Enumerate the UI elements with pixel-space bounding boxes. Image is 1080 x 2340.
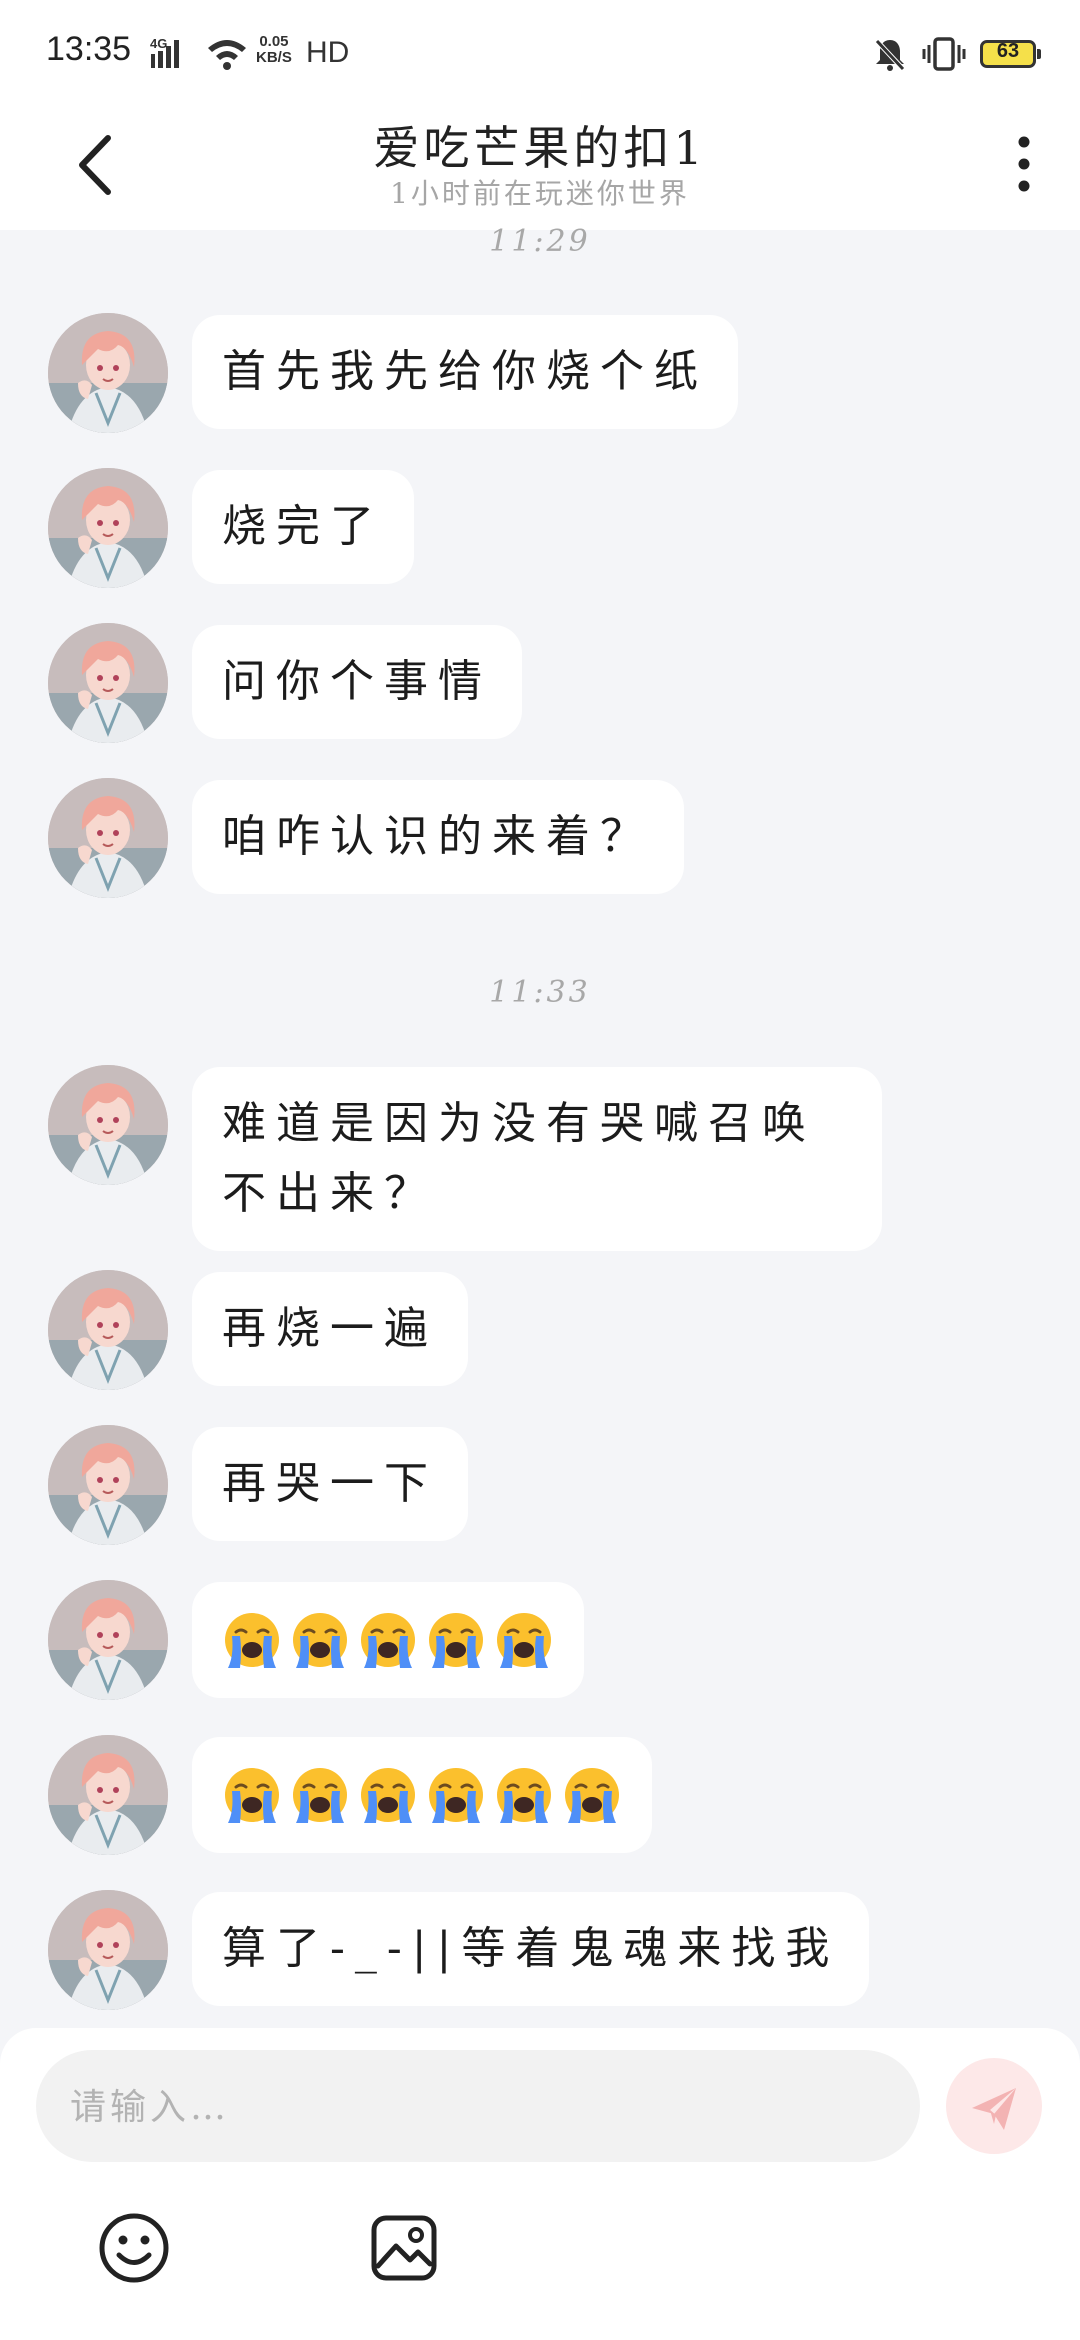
image-picker-button[interactable] bbox=[364, 2208, 444, 2288]
message-bubble[interactable]: 烧完了 bbox=[192, 470, 414, 584]
emoji-row bbox=[222, 1604, 554, 1676]
crying-face-emoji bbox=[225, 1613, 279, 1668]
send-button[interactable] bbox=[946, 2058, 1042, 2154]
message-bubble[interactable]: 再烧一遍 bbox=[192, 1272, 468, 1386]
crying-face-emoji bbox=[565, 1768, 619, 1823]
message-input[interactable] bbox=[68, 2050, 892, 2164]
chat-messages[interactable]: 11:29 首先我先给你烧个纸 烧完了 问你个事情 咱咋认识的来着？ 11:33… bbox=[0, 224, 1080, 2030]
input-area bbox=[0, 2028, 1080, 2340]
message-bubble[interactable]: 难道是因为没有哭喊召唤不出来？ bbox=[192, 1067, 882, 1251]
message-bubble[interactable] bbox=[192, 1582, 584, 1698]
avatar[interactable] bbox=[48, 778, 168, 898]
more-options-icon[interactable] bbox=[994, 124, 1054, 204]
crying-face-emoji bbox=[497, 1768, 551, 1823]
message-bubble[interactable]: 问你个事情 bbox=[192, 625, 522, 739]
avatar[interactable] bbox=[48, 1735, 168, 1855]
contact-status: 1小时前在玩迷你世界 bbox=[390, 177, 690, 210]
message-bubble[interactable]: 算了-_-||等着鬼魂来找我 bbox=[192, 1892, 870, 2006]
message-bubble[interactable]: 再哭一下 bbox=[192, 1427, 468, 1541]
wifi-icon bbox=[208, 40, 246, 70]
crying-face-emoji bbox=[429, 1768, 483, 1823]
battery-level: 63 bbox=[996, 40, 1020, 62]
mute-bell-icon bbox=[875, 39, 905, 71]
avatar[interactable] bbox=[48, 468, 168, 588]
avatar[interactable] bbox=[48, 1270, 168, 1390]
crying-face-emoji bbox=[361, 1613, 415, 1668]
vibrate-icon bbox=[922, 37, 966, 71]
status-right-icons: 63 bbox=[872, 32, 1041, 76]
message-input-container[interactable] bbox=[36, 2050, 920, 2164]
avatar[interactable] bbox=[48, 1065, 168, 1185]
message-bubble[interactable] bbox=[192, 1737, 652, 1853]
crying-face-emoji bbox=[293, 1613, 347, 1668]
avatar[interactable] bbox=[48, 313, 168, 433]
avatar[interactable] bbox=[48, 623, 168, 743]
crying-face-emoji bbox=[429, 1613, 483, 1668]
hd-indicator: HD bbox=[306, 36, 350, 69]
chat-screen: 13:35 4G 0.05 KB/S HD 63 爱吃芒果的扣1 1小时前在玩迷… bbox=[0, 0, 1080, 2340]
avatar[interactable] bbox=[48, 1890, 168, 2010]
emoji-button[interactable] bbox=[94, 2208, 174, 2288]
crying-face-emoji bbox=[497, 1613, 551, 1668]
message-bubble[interactable]: 咱咋认识的来着？ bbox=[192, 780, 684, 894]
status-time: 13:35 bbox=[46, 30, 132, 68]
avatar[interactable] bbox=[48, 1425, 168, 1545]
crying-face-emoji bbox=[225, 1768, 279, 1823]
contact-name: 爱吃芒果的扣1 bbox=[373, 121, 707, 175]
avatar[interactable] bbox=[48, 1580, 168, 1700]
emoji-row bbox=[222, 1759, 622, 1831]
crying-face-emoji bbox=[361, 1768, 415, 1823]
speed-unit: KB/S bbox=[256, 49, 292, 66]
network-speed: 0.05 KB/S bbox=[256, 34, 292, 66]
cellular-signal-icon: 4G bbox=[150, 36, 246, 70]
time-separator: 11:33 bbox=[489, 975, 591, 1010]
battery-icon: 63 bbox=[980, 40, 1041, 68]
crying-face-emoji bbox=[293, 1768, 347, 1823]
speed-value: 0.05 bbox=[259, 33, 289, 50]
network-type: 4G bbox=[150, 36, 167, 51]
message-bubble[interactable]: 首先我先给你烧个纸 bbox=[192, 315, 738, 429]
time-separator: 11:29 bbox=[489, 224, 591, 259]
chat-header: 爱吃芒果的扣1 1小时前在玩迷你世界 bbox=[0, 100, 1080, 230]
status-bar: 13:35 4G 0.05 KB/S HD 63 bbox=[0, 0, 1080, 100]
